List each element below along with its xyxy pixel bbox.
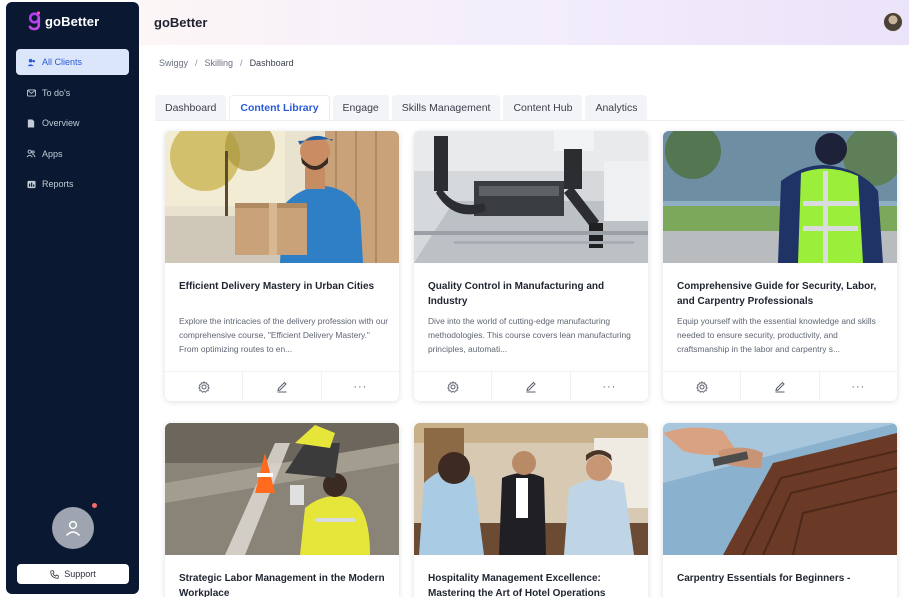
sidebar-item-label: To do's [42, 87, 71, 98]
user-avatar[interactable] [883, 12, 903, 32]
brand-logo[interactable]: goBetter [28, 11, 99, 31]
tab-content-hub[interactable]: Content Hub [503, 95, 583, 120]
card-actions: ··· [663, 371, 897, 401]
tab-content-library[interactable]: Content Library [229, 95, 330, 120]
road-workers-photo [165, 423, 399, 555]
sidebar-item-all-clients[interactable]: All Clients [16, 49, 129, 75]
card-actions: ··· [414, 371, 648, 401]
app-root: goBetter All Clients To do's Overview Ap… [0, 0, 909, 597]
hotel-reception-photo [414, 423, 648, 555]
more-icon: ··· [851, 380, 866, 393]
page-title: goBetter [154, 15, 208, 30]
course-card[interactable]: Quality Control in Manufacturing and Ind… [414, 131, 648, 401]
more-button[interactable]: ··· [322, 372, 399, 401]
gear-icon [446, 380, 459, 393]
brand-name: goBetter [45, 13, 100, 29]
support-button[interactable]: Support [17, 564, 129, 584]
card-title: Comprehensive Guide for Security, Labor,… [677, 281, 877, 307]
sidebar-item-apps[interactable]: Apps [16, 141, 129, 167]
profile-avatar[interactable] [52, 507, 94, 549]
course-card[interactable]: Strategic Labor Management in the Modern… [165, 423, 399, 597]
card-title: Quality Control in Manufacturing and Ind… [428, 281, 605, 307]
sidebar-item-label: Reports [42, 179, 74, 189]
sidebar-item-label: Overview [42, 118, 80, 128]
edit-button[interactable] [243, 372, 322, 401]
course-card[interactable]: Carpentry Essentials for Beginners - [663, 423, 897, 597]
card-description: Dive into the world of cutting-edge manu… [428, 316, 631, 354]
mail-icon [26, 88, 36, 98]
settings-button[interactable] [663, 372, 742, 401]
top-header: goBetter [139, 0, 909, 45]
sidebar: goBetter All Clients To do's Overview Ap… [6, 2, 139, 594]
edit-button[interactable] [741, 372, 820, 401]
card-title: Strategic Labor Management in the Modern… [179, 573, 385, 597]
sidebar-item-todos[interactable]: To do's [16, 80, 129, 106]
breadcrumb-item-skilling[interactable]: Skilling [205, 58, 234, 68]
settings-button[interactable] [165, 372, 244, 401]
course-card[interactable]: Efficient Delivery Mastery in Urban Citi… [165, 131, 399, 401]
tab-analytics[interactable]: Analytics [585, 95, 648, 120]
breadcrumb-item-dashboard: Dashboard [249, 58, 294, 68]
gear-icon [197, 380, 210, 393]
file-icon [26, 118, 36, 128]
more-icon: ··· [602, 380, 617, 393]
card-actions: ··· [165, 371, 399, 401]
gobetter-logo-icon [28, 11, 41, 31]
more-icon: ··· [353, 380, 368, 393]
breadcrumb-separator: / [195, 58, 198, 68]
breadcrumb-item-swiggy[interactable]: Swiggy [159, 58, 188, 68]
pencil-icon [526, 381, 536, 392]
sidebar-item-label: All Clients [42, 57, 83, 67]
delivery-person-photo [165, 131, 399, 263]
wood-flooring-photo [663, 423, 897, 555]
pencil-icon [775, 381, 785, 392]
support-label: Support [64, 569, 96, 579]
course-card[interactable]: Hospitality Management Excellence: Maste… [414, 423, 648, 597]
more-button[interactable]: ··· [820, 372, 897, 401]
gear-icon [695, 380, 708, 393]
notification-dot [92, 503, 97, 508]
settings-button[interactable] [414, 372, 493, 401]
sidebar-item-reports[interactable]: Reports [16, 171, 129, 197]
phone-icon [50, 569, 59, 579]
tab-skills-management[interactable]: Skills Management [391, 95, 501, 120]
card-description: Equip yourself with the essential knowle… [677, 316, 876, 354]
sidebar-item-label: Apps [42, 148, 63, 159]
breadcrumb: Swiggy / Skilling / Dashboard [159, 58, 294, 68]
security-guard-photo [663, 131, 897, 263]
tab-dashboard[interactable]: Dashboard [155, 95, 227, 120]
users-icon [26, 57, 36, 67]
robotic-arms-photo [414, 131, 648, 263]
people-icon [26, 149, 36, 159]
pencil-icon [277, 381, 287, 392]
card-title: Hospitality Management Excellence: Maste… [428, 573, 606, 597]
card-title: Carpentry Essentials for Beginners - [677, 573, 851, 584]
user-icon [65, 520, 81, 537]
sidebar-nav: All Clients To do's Overview Apps Report… [16, 49, 129, 202]
sidebar-item-overview[interactable]: Overview [16, 110, 129, 136]
breadcrumb-separator: / [240, 58, 243, 68]
more-button[interactable]: ··· [571, 372, 648, 401]
report-icon [26, 179, 36, 189]
card-title: Efficient Delivery Mastery in Urban Citi… [179, 281, 375, 292]
card-description: Explore the intricacies of the delivery … [179, 316, 389, 354]
course-card[interactable]: Comprehensive Guide for Security, Labor,… [663, 131, 897, 401]
tab-engage[interactable]: Engage [332, 95, 389, 120]
tab-bar: Dashboard Content Library Engage Skills … [155, 95, 905, 121]
edit-button[interactable] [492, 372, 571, 401]
